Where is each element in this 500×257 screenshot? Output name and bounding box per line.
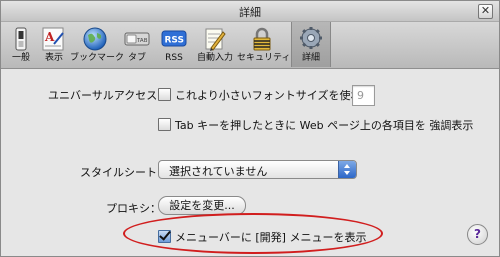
general-switch-icon: [15, 27, 27, 51]
tab-advanced[interactable]: 詳細: [291, 22, 331, 67]
rss-icon: RSS: [161, 30, 187, 47]
universal-access-label: ユニバーサルアクセス：: [48, 89, 169, 102]
tab-highlight-checkbox[interactable]: [158, 118, 171, 131]
security-lock-icon: [253, 27, 271, 51]
min-font-size-label: これより小さいフォントサイズを使わな: [175, 89, 373, 102]
preferences-toolbar: 一般 A 表示 ブックマーク TAB タブ RSS RSS 自動入力 セキュリテ…: [1, 22, 499, 69]
preferences-window: 詳細 ✕ 一般 A 表示 ブックマーク TAB タブ RSS RSS 自動入力 …: [0, 0, 500, 257]
stylesheet-label: スタイルシート：: [80, 166, 168, 179]
min-font-size-field[interactable]: 9: [352, 85, 375, 106]
autofill-pencil-icon: [205, 28, 226, 51]
tab-highlight-label: Tab キーを押したときに Web ページ上の各項目を 強調表示: [175, 119, 474, 132]
svg-text:A: A: [44, 30, 55, 44]
window-title: 詳細: [239, 6, 261, 19]
appearance-font-icon: A: [42, 27, 64, 51]
stylesheet-popup[interactable]: 選択されていません: [158, 160, 357, 179]
tab-autofill-label: 自動入力: [196, 53, 233, 63]
help-button[interactable]: ?: [467, 224, 488, 245]
popup-arrows-icon: [338, 161, 356, 178]
tab-security-label: セキュリティ: [237, 53, 291, 63]
tab-advanced-label: 詳細: [301, 53, 320, 63]
close-button[interactable]: ✕: [478, 4, 493, 19]
tabs-icon-text: TAB: [136, 38, 148, 44]
tab-bookmarks[interactable]: ブックマーク: [70, 23, 124, 67]
min-font-size-checkbox[interactable]: [158, 88, 171, 101]
rss-icon-text: RSS: [165, 36, 185, 46]
advanced-gear-icon: [300, 27, 322, 49]
change-proxy-settings-button[interactable]: 設定を変更...: [158, 196, 246, 215]
tab-security[interactable]: セキュリティ: [237, 23, 290, 67]
title-bar: 詳細 ✕: [1, 1, 499, 22]
stylesheet-popup-value: 選択されていません: [169, 165, 268, 178]
bookmarks-globe-icon: [83, 27, 107, 51]
advanced-pane: ユニバーサルアクセス： これより小さいフォントサイズを使わな 9 Tab キーを…: [1, 69, 499, 256]
show-develop-menu-label: メニューバーに [開発] メニューを表示: [175, 231, 367, 244]
tab-appearance[interactable]: A 表示: [35, 23, 73, 67]
tabs-icon: TAB: [124, 32, 150, 46]
tab-rss[interactable]: RSS RSS: [155, 23, 193, 67]
tab-autofill[interactable]: 自動入力: [196, 23, 234, 67]
proxy-label: プロキシ：: [106, 202, 161, 215]
show-develop-menu-checkbox[interactable]: [158, 230, 171, 243]
